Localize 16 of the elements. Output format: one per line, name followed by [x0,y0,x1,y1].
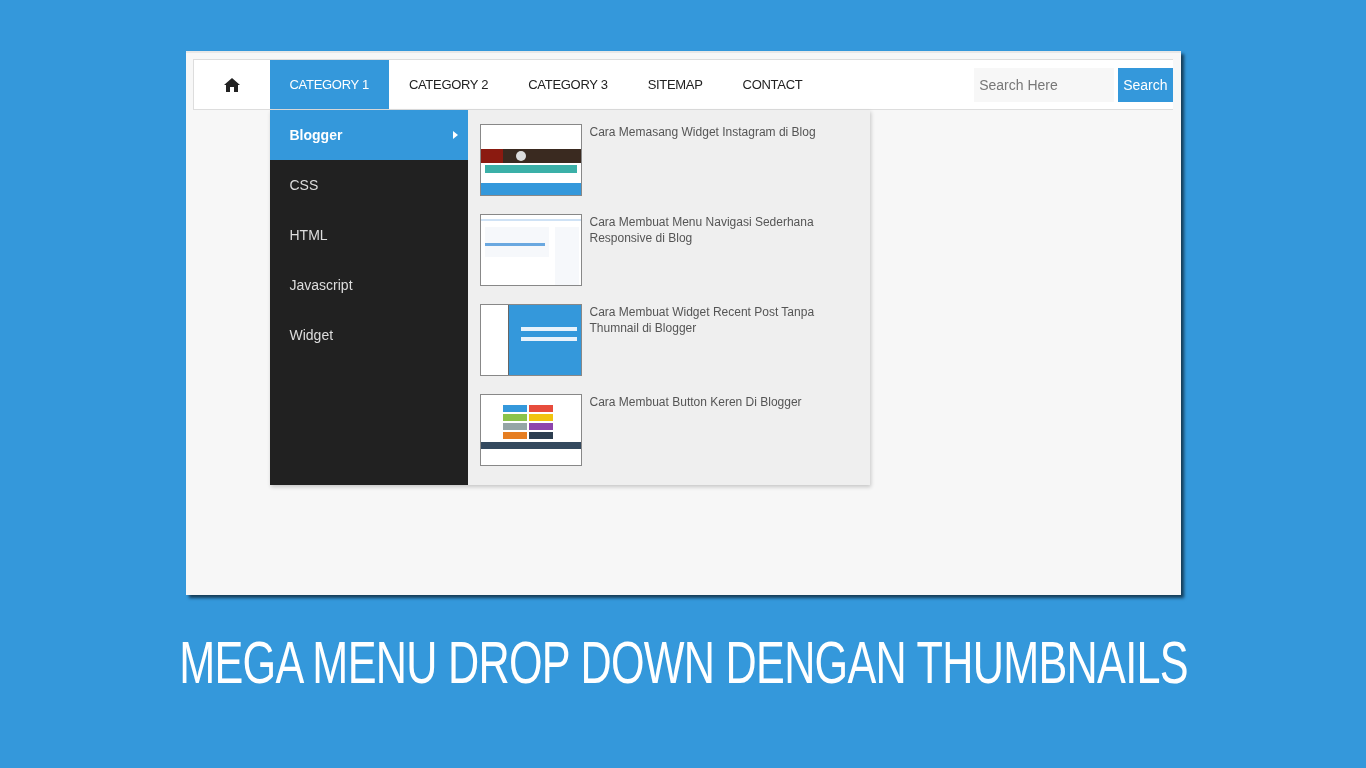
banner-caption: MEGA MENU DROP DOWN DENGAN THUMBNAILS [178,628,1188,697]
submenu-item[interactable]: HTML [269,210,468,260]
caret-icon [452,131,458,139]
search-field[interactable]: Search Here [974,67,1115,102]
post-title[interactable]: Cara Membuat Menu Navigasi Sederhana Responsive di Blog [589,214,830,246]
post-title[interactable]: Cara Memasang Widget Instagram di Blog [589,124,830,140]
nav-tab[interactable]: CONTACT [722,60,823,109]
submenu-item[interactable]: Javascript [269,260,468,310]
home-icon[interactable] [223,77,240,92]
nav-tab[interactable]: CATEGORY 2 [388,60,509,109]
submenu-item[interactable]: Widget [269,310,468,360]
submenu-item[interactable]: CSS [269,160,468,210]
post-title[interactable]: Cara Membuat Widget Recent Post Tanpa Thumnail di Blogger [589,304,830,336]
nav-tab[interactable]: CATEGORY 3 [508,60,628,109]
nav-tab[interactable]: SITEMAP [627,60,723,109]
post-title[interactable]: Cara Membuat Button Keren Di Blogger [589,394,830,410]
